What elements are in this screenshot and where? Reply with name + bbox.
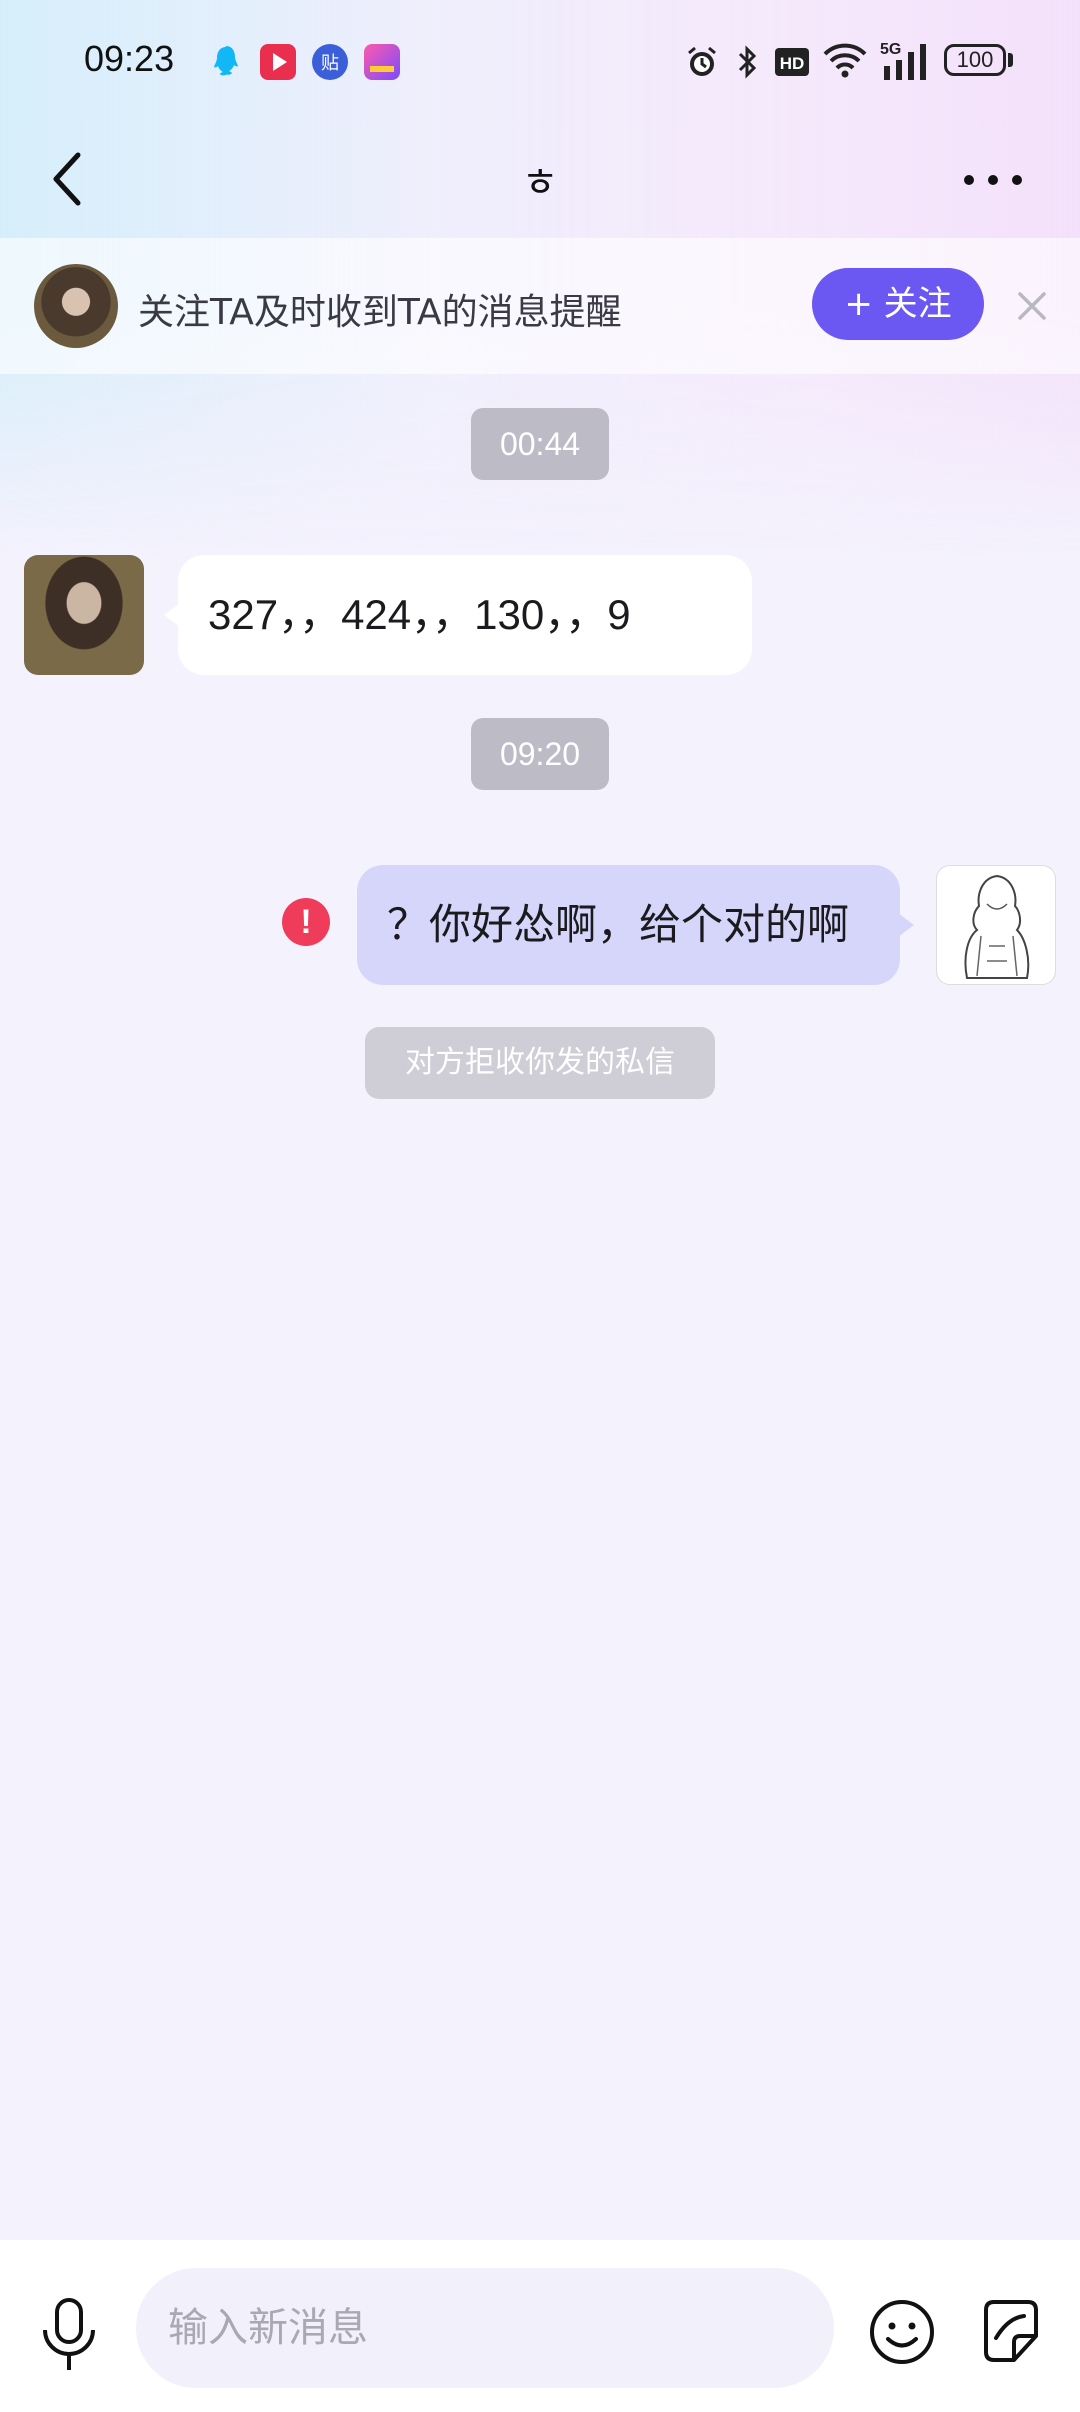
rank-app-icon — [364, 44, 400, 80]
input-bar — [0, 2240, 1080, 2412]
emoji-button[interactable] — [866, 2296, 938, 2368]
svg-text:HD: HD — [780, 54, 805, 73]
status-time: 09:23 — [84, 38, 175, 79]
sticker-icon — [984, 2300, 1038, 2362]
5g-signal-icon: 5G — [880, 38, 934, 82]
sketch-avatar-icon — [964, 874, 1030, 979]
more-options-button[interactable] — [955, 155, 1035, 205]
battery-tip — [1008, 53, 1013, 67]
follow-banner: 关注TA及时收到TA的消息提醒 + 关注 — [0, 238, 1080, 374]
follow-banner-text: 关注TA及时收到TA的消息提醒 — [138, 292, 622, 333]
bluetooth-icon — [732, 42, 762, 86]
hd-icon: HD — [774, 46, 810, 90]
emoji-icon — [870, 2300, 934, 2364]
nav-bar: ㅎ — [0, 125, 1080, 235]
svg-text:贴: 贴 — [321, 53, 339, 74]
system-notice: 对方拒收你发的私信 — [365, 1027, 715, 1099]
close-banner-button[interactable] — [1012, 286, 1052, 326]
chat-title: ㅎ — [521, 160, 559, 206]
outgoing-avatar[interactable] — [936, 865, 1056, 985]
wifi-icon — [822, 40, 868, 84]
outgoing-message-bubble[interactable]: ？你好怂啊，给个对的啊 — [357, 865, 914, 985]
voice-input-button[interactable] — [38, 2296, 100, 2376]
microphone-icon — [43, 2298, 95, 2370]
timestamp-pill: 00:44 — [471, 408, 609, 480]
more-dots-icon — [964, 175, 1022, 185]
status-bar: 09:23 贴 HD 5G 100 — [0, 0, 1080, 125]
video-app-icon — [260, 44, 296, 80]
battery-indicator: 100 — [944, 44, 1006, 76]
qq-icon — [208, 44, 244, 80]
close-icon — [1018, 292, 1046, 320]
follow-banner-avatar[interactable] — [34, 264, 118, 348]
message-input[interactable] — [136, 2268, 834, 2388]
timestamp-pill: 09:20 — [471, 718, 609, 790]
incoming-message-bubble[interactable]: 327，，424，，130，，9 — [164, 555, 752, 675]
send-failed-icon[interactable]: ! — [282, 898, 330, 946]
incoming-avatar[interactable] — [24, 555, 144, 675]
follow-button[interactable]: + 关注 — [812, 268, 984, 340]
sticker-button[interactable] — [978, 2296, 1044, 2366]
svg-text:5G: 5G — [880, 41, 901, 58]
alarm-icon — [684, 44, 720, 88]
tieba-icon: 贴 — [312, 44, 348, 80]
